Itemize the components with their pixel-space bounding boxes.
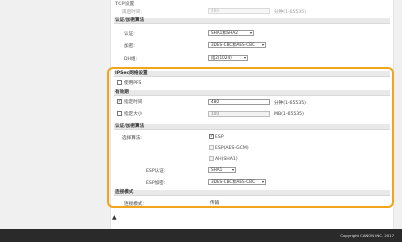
dh-label: DH组: bbox=[124, 57, 138, 62]
retry-input[interactable]: 480 bbox=[208, 8, 270, 14]
auth-label: 认证: bbox=[124, 32, 135, 37]
dh-select-value: 组2(1024) bbox=[211, 55, 232, 60]
footer-bar: Copyright CANON INC. 2017 bbox=[0, 229, 402, 242]
enc-label: 加密: bbox=[124, 44, 135, 49]
retry-label: 再启时间: bbox=[122, 10, 142, 15]
retry-unit: 分钟(1-65535) bbox=[274, 10, 306, 15]
auth-select-value: SHA1和SHA2 bbox=[211, 30, 238, 35]
chevron-down-icon: ▾ bbox=[243, 55, 246, 60]
tcp-section-title: TCP设置 bbox=[115, 2, 135, 7]
enc-select-value: 3DES-CBC和AES-CBC bbox=[211, 42, 255, 47]
auth-enc-top-title: 认证/加密算法 bbox=[114, 18, 390, 24]
enc-select[interactable]: 3DES-CBC和AES-CBC ▾ bbox=[208, 42, 266, 48]
chevron-down-icon: ▾ bbox=[249, 30, 252, 35]
auth-select[interactable]: SHA1和SHA2 ▾ bbox=[208, 30, 254, 36]
back-to-top-icon[interactable]: ▲ bbox=[112, 214, 117, 221]
dh-select[interactable]: 组2(1024) ▾ bbox=[208, 55, 248, 61]
chevron-down-icon: ▾ bbox=[261, 42, 264, 47]
ipsec-highlight-frame bbox=[107, 67, 394, 208]
copyright-text: Copyright CANON INC. 2017 bbox=[340, 233, 394, 238]
